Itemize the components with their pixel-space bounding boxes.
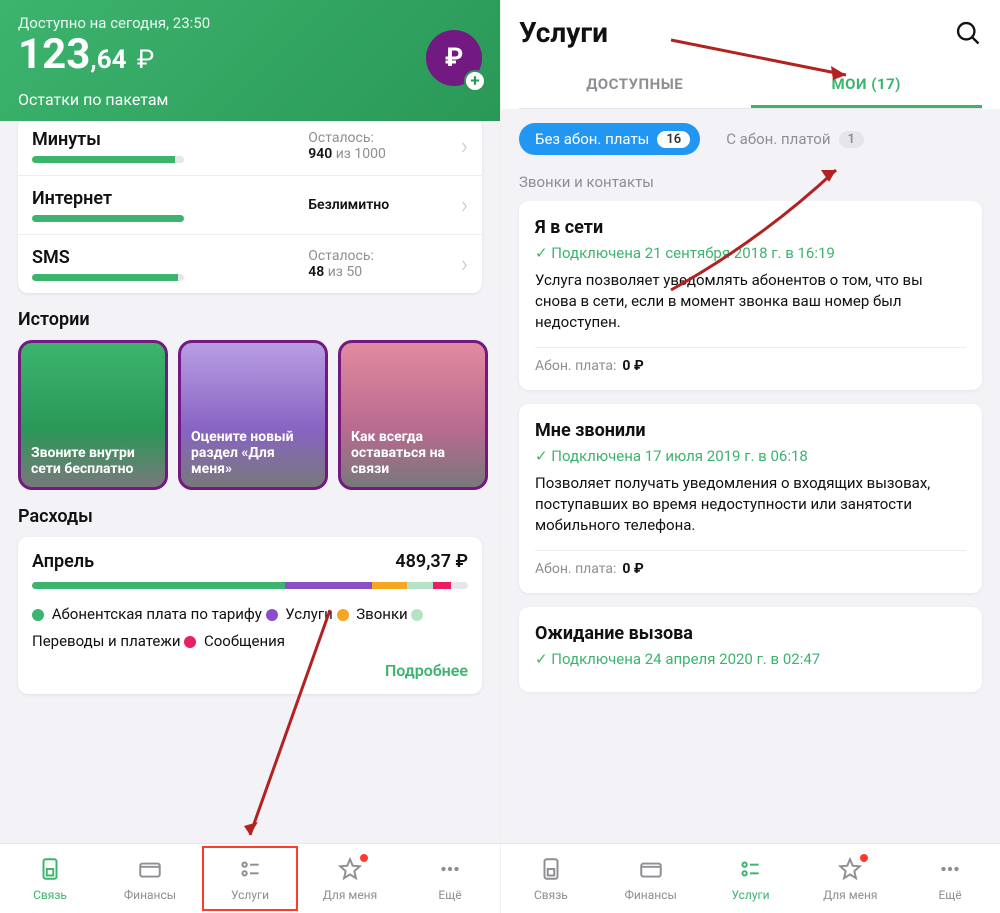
tab-wallet[interactable]: Финансы	[601, 844, 701, 913]
tab-star[interactable]: Для меня	[800, 844, 900, 913]
services-list: Я в сетиПодключена 21 сентября 2018 г. в…	[501, 201, 1000, 913]
subsection-label: Звонки и контакты	[501, 169, 1000, 201]
fee-filters: Без абон. платы 16 С абон. платой 1	[501, 109, 1000, 169]
notification-dot-icon	[360, 854, 368, 862]
sliders-icon	[237, 856, 263, 885]
tab-dots[interactable]: Ещё	[900, 844, 1000, 913]
service-card[interactable]: Ожидание вызоваПодключена 24 апреля 2020…	[519, 607, 982, 692]
expense-amount: 489,37 ₽	[395, 551, 468, 572]
home-screen: Доступно на сегодня, 23:50 123,64 ₽ ₽ + …	[0, 0, 500, 913]
services-screen: Услуги ДОСТУПНЫЕ МОИ (17) Без абон. плат…	[500, 0, 1000, 913]
service-card[interactable]: Мне звонилиПодключена 17 июля 2019 г. в …	[519, 404, 982, 593]
tab-dots[interactable]: Ещё	[400, 844, 500, 913]
available-label: Доступно на сегодня, 23:50	[18, 14, 482, 32]
dots-icon	[437, 856, 463, 885]
services-tabs: ДОСТУПНЫЕ МОИ (17)	[519, 63, 982, 109]
sim-icon	[538, 856, 564, 885]
story-card[interactable]: Звоните внутри сети бесплатно	[18, 340, 168, 490]
star-icon	[337, 856, 363, 885]
expenses-label: Расходы	[0, 490, 500, 537]
package-row[interactable]: ИнтернетБезлимитно ›	[18, 176, 482, 235]
chip-no-fee[interactable]: Без абон. платы 16	[519, 123, 700, 155]
add-balance-icon[interactable]: +	[464, 70, 486, 92]
dots-icon	[937, 856, 963, 885]
wallet-icon	[137, 856, 163, 885]
story-card[interactable]: Оцените новый раздел «Для меня»	[178, 340, 328, 490]
tab-sliders[interactable]: Услуги	[200, 844, 300, 913]
page-title: Услуги	[519, 16, 608, 49]
expenses-card[interactable]: Апрель 489,37 ₽ Абонентская плата по тар…	[18, 537, 482, 694]
expense-bar	[32, 582, 468, 589]
service-card[interactable]: Я в сетиПодключена 21 сентября 2018 г. в…	[519, 201, 982, 390]
wallet-icon	[638, 856, 664, 885]
tab-sim[interactable]: Связь	[0, 844, 100, 913]
notification-dot-icon	[860, 854, 868, 862]
packages-card: МинутыОсталось:940 из 1000›ИнтернетБезли…	[18, 117, 482, 293]
package-row[interactable]: МинутыОсталось:940 из 1000›	[18, 117, 482, 176]
tab-sliders[interactable]: Услуги	[701, 844, 801, 913]
sliders-icon	[737, 856, 763, 885]
chip-with-fee[interactable]: С абон. платой 1	[710, 123, 874, 155]
services-header: Услуги ДОСТУПНЫЕ МОИ (17)	[501, 0, 1000, 109]
stories-label: Истории	[0, 293, 500, 340]
remainders-label: Остатки по пакетам	[18, 90, 482, 109]
chevron-right-icon: ›	[461, 132, 468, 160]
chevron-right-icon: ›	[461, 191, 468, 219]
expense-month: Апрель	[32, 551, 94, 572]
tab-bar: СвязьФинансыУслугиДля меняЕщё	[0, 843, 500, 913]
story-card[interactable]: Как всегда оставаться на связи	[338, 340, 488, 490]
tab-sim[interactable]: Связь	[501, 844, 601, 913]
tab-bar: СвязьФинансыУслугиДля меняЕщё	[501, 843, 1000, 913]
tab-star[interactable]: Для меня	[300, 844, 400, 913]
tab-wallet[interactable]: Финансы	[100, 844, 200, 913]
package-row[interactable]: SMSОсталось:48 из 50›	[18, 235, 482, 293]
chevron-right-icon: ›	[461, 250, 468, 278]
tab-available[interactable]: ДОСТУПНЫЕ	[519, 63, 751, 108]
search-icon[interactable]	[954, 19, 982, 47]
expense-legend: Абонентская плата по тарифу Услуги Звонк…	[32, 601, 468, 655]
balance-amount[interactable]: 123,64 ₽	[18, 34, 482, 76]
balance-header: Доступно на сегодня, 23:50 123,64 ₽ ₽ + …	[0, 0, 500, 121]
star-icon	[837, 856, 863, 885]
expense-more-link[interactable]: Подробнее	[32, 661, 468, 680]
sim-icon	[37, 856, 63, 885]
stories-row: Звоните внутри сети бесплатноОцените нов…	[0, 340, 500, 490]
tab-my[interactable]: МОИ (17)	[751, 63, 983, 108]
